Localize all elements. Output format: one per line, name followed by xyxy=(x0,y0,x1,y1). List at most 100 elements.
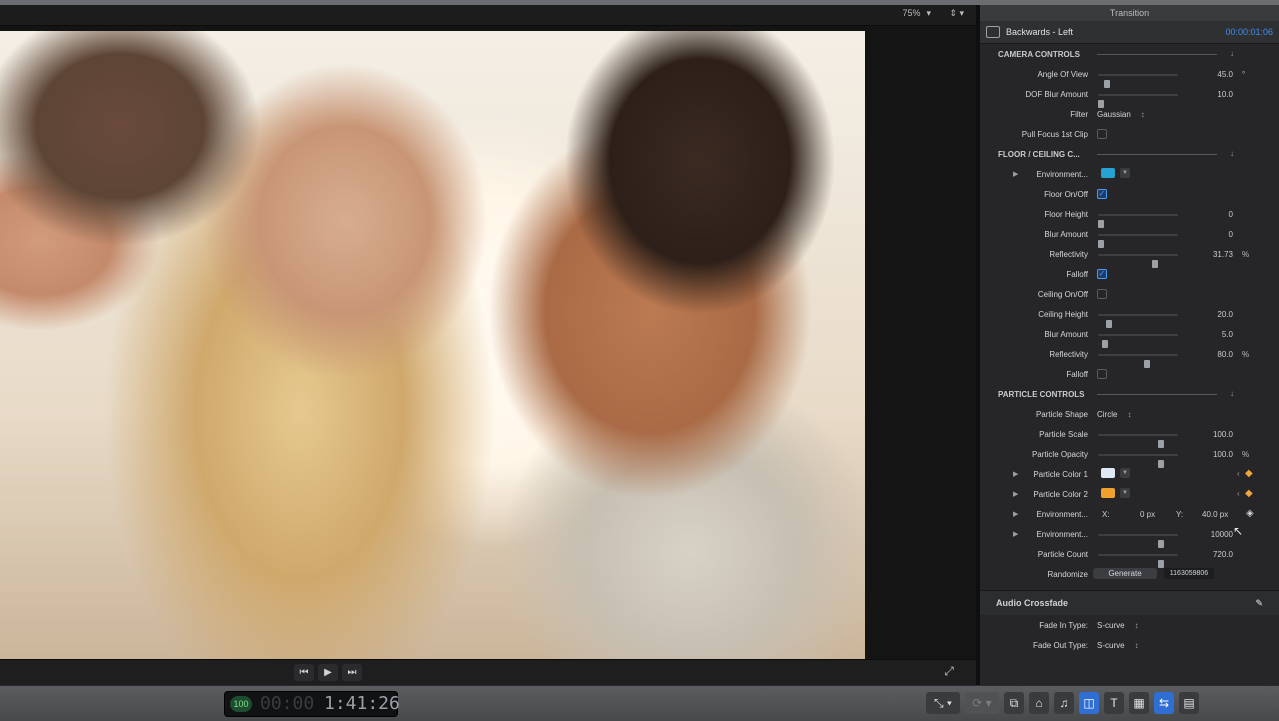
param-label: Reflectivity xyxy=(1049,350,1088,359)
generators-icon[interactable]: ▦ xyxy=(1129,692,1149,714)
section-particle-controls[interactable]: PARTICLE CONTROLS ↓ xyxy=(980,384,1279,404)
themes-icon[interactable]: ▤ xyxy=(1179,692,1199,714)
y-value[interactable]: 40.0 px xyxy=(1202,510,1228,519)
previous-keyframe-icon[interactable]: ‹ xyxy=(1237,489,1240,498)
fade-in-popup[interactable]: S-curve ↕ xyxy=(1097,621,1139,630)
zoom-popup[interactable]: 75% ▾ xyxy=(902,8,931,19)
keyframe-icon[interactable]: ◆ xyxy=(1245,468,1253,479)
color-swatch[interactable] xyxy=(1101,468,1115,478)
param-slider[interactable] xyxy=(1098,254,1178,268)
filter-popup[interactable]: Gaussian ↕ xyxy=(1097,110,1145,119)
disclosure-triangle-icon[interactable]: ▶ xyxy=(1013,530,1018,538)
param-value[interactable]: 45.0 xyxy=(1217,70,1233,79)
generate-button[interactable]: Generate xyxy=(1093,568,1157,579)
param-slider[interactable] xyxy=(1098,534,1178,548)
inspector-panel: Transition Backwards - Left 00:00:01:06 … xyxy=(980,5,1279,685)
wand-icon[interactable]: ✎ xyxy=(1255,598,1263,609)
disclosure-triangle-icon[interactable]: ▶ xyxy=(1013,490,1018,498)
param-slider[interactable] xyxy=(1098,314,1178,328)
color-swatch[interactable] xyxy=(1101,488,1115,498)
next-edit-button[interactable]: ⏭ xyxy=(342,664,362,681)
param-value[interactable]: 0 xyxy=(1229,230,1233,239)
param-label: Environment... xyxy=(1036,170,1088,179)
y-label: Y: xyxy=(1176,510,1184,519)
param-slider[interactable] xyxy=(1098,354,1178,368)
x-value[interactable]: 0 px xyxy=(1140,510,1155,519)
popup-value: Gaussian xyxy=(1097,110,1131,119)
fade-out-popup[interactable]: S-curve ↕ xyxy=(1097,641,1139,650)
param-slider[interactable] xyxy=(1098,234,1178,248)
view-options-icon[interactable]: ⇕ ▾ xyxy=(949,8,964,19)
param-slider[interactable] xyxy=(1098,454,1178,468)
param-slider[interactable] xyxy=(1098,94,1178,108)
chevron-down-icon[interactable]: ▼ xyxy=(1120,468,1130,478)
media-browser-icon[interactable]: ⧉ xyxy=(1004,692,1024,714)
param-slider[interactable] xyxy=(1098,334,1178,348)
section-camera-controls[interactable]: CAMERA CONTROLS ↓ xyxy=(980,44,1279,64)
chevron-down-icon[interactable]: ↓ xyxy=(1230,389,1234,398)
param-unit: % xyxy=(1242,450,1250,459)
param-falloff-ceiling: Falloff xyxy=(980,364,1279,384)
param-value[interactable]: 5.0 xyxy=(1222,330,1233,339)
param-value[interactable]: 31.73 xyxy=(1213,250,1233,259)
chevron-down-icon[interactable]: ▼ xyxy=(1120,168,1130,178)
param-value[interactable]: 100.0 xyxy=(1213,450,1233,459)
popup-arrows-icon: ↕ xyxy=(1127,410,1132,419)
param-value[interactable]: 20.0 xyxy=(1217,310,1233,319)
param-value[interactable]: 0 xyxy=(1229,210,1233,219)
param-slider[interactable] xyxy=(1098,214,1178,228)
disclosure-triangle-icon[interactable]: ▶ xyxy=(1013,510,1018,518)
toolbar-buttons: ⤡ ▾ ⟳ ▾ ⧉ ⌂ ♫ ◫ T ▦ ⇆ ▤ xyxy=(926,692,1199,714)
chevron-down-icon[interactable]: ▼ xyxy=(1120,488,1130,498)
section-floor-ceiling[interactable]: FLOOR / CEILING C... ↓ xyxy=(980,144,1279,164)
disclosure-triangle-icon[interactable]: ▶ xyxy=(1013,170,1018,178)
param-value[interactable]: 80.0 xyxy=(1217,350,1233,359)
param-slider[interactable] xyxy=(1098,74,1178,88)
select-tool-button[interactable]: ⤡ ▾ xyxy=(926,692,960,714)
param-reflectivity-ceiling: Reflectivity 80.0 % xyxy=(980,344,1279,368)
param-value[interactable]: 10000 xyxy=(1211,530,1233,539)
particle-shape-popup[interactable]: Circle ↕ xyxy=(1097,410,1131,419)
param-label: DOF Blur Amount xyxy=(1025,90,1088,99)
pull-focus-checkbox[interactable] xyxy=(1097,129,1107,139)
dashboard-timecode[interactable]: 100 00:00 1:41:26 xyxy=(224,691,400,717)
param-environment-color: ▶ Environment... ▼ xyxy=(980,164,1279,184)
section-title: PARTICLE CONTROLS xyxy=(998,390,1085,399)
param-slider[interactable] xyxy=(1098,434,1178,448)
fullscreen-icon[interactable]: ⤢ xyxy=(940,664,958,681)
color-swatch[interactable] xyxy=(1101,168,1115,178)
enhance-menu-button[interactable]: ⟳ ▾ xyxy=(965,692,999,714)
transition-icon xyxy=(986,26,1000,38)
previous-keyframe-icon[interactable]: ‹ xyxy=(1237,469,1240,478)
param-unit: % xyxy=(1242,250,1250,259)
floor-onoff-checkbox[interactable]: ✓ xyxy=(1097,189,1107,199)
falloff-checkbox[interactable]: ✓ xyxy=(1097,269,1107,279)
photos-icon[interactable]: ⌂ xyxy=(1029,692,1049,714)
chevron-down-icon: ▾ xyxy=(926,8,931,18)
disclosure-triangle-icon[interactable]: ▶ xyxy=(1013,470,1018,478)
play-button[interactable]: ▶ xyxy=(318,664,338,681)
param-value[interactable]: 100.0 xyxy=(1213,430,1233,439)
transitions-browser-icon[interactable]: ◫ xyxy=(1079,692,1099,714)
ceiling-onoff-checkbox[interactable] xyxy=(1097,289,1107,299)
seed-field[interactable]: 1163059806 xyxy=(1164,568,1214,579)
timecode-prefix: 00:00 xyxy=(260,693,315,714)
param-label: Ceiling Height xyxy=(1038,310,1088,319)
param-label: Floor Height xyxy=(1044,210,1088,219)
previous-edit-button[interactable]: ⏮ xyxy=(294,664,314,681)
param-value[interactable]: 720.0 xyxy=(1213,550,1233,559)
music-icon[interactable]: ♫ xyxy=(1054,692,1074,714)
keyframe-icon[interactable]: ◆ xyxy=(1245,488,1253,499)
chevron-down-icon[interactable]: ↓ xyxy=(1230,149,1234,158)
inspector-title: Transition xyxy=(980,5,1279,21)
chevron-down-icon[interactable]: ↓ xyxy=(1230,49,1234,58)
keyframe-add-icon[interactable]: ◈ xyxy=(1246,508,1254,519)
param-value[interactable]: 10.0 xyxy=(1217,90,1233,99)
falloff-ceiling-checkbox[interactable] xyxy=(1097,369,1107,379)
background-tasks-icon[interactable]: 100 xyxy=(230,696,252,712)
titles-icon[interactable]: T xyxy=(1104,692,1124,714)
viewer: 75% ▾ ⇕ ▾ ⏮ ▶ ⏭ ⤢ xyxy=(0,5,976,686)
param-ceiling-height: Ceiling Height 20.0 xyxy=(980,304,1279,328)
inspector-toggle-icon[interactable]: ⇆ xyxy=(1154,692,1174,714)
param-slider[interactable] xyxy=(1098,554,1178,568)
